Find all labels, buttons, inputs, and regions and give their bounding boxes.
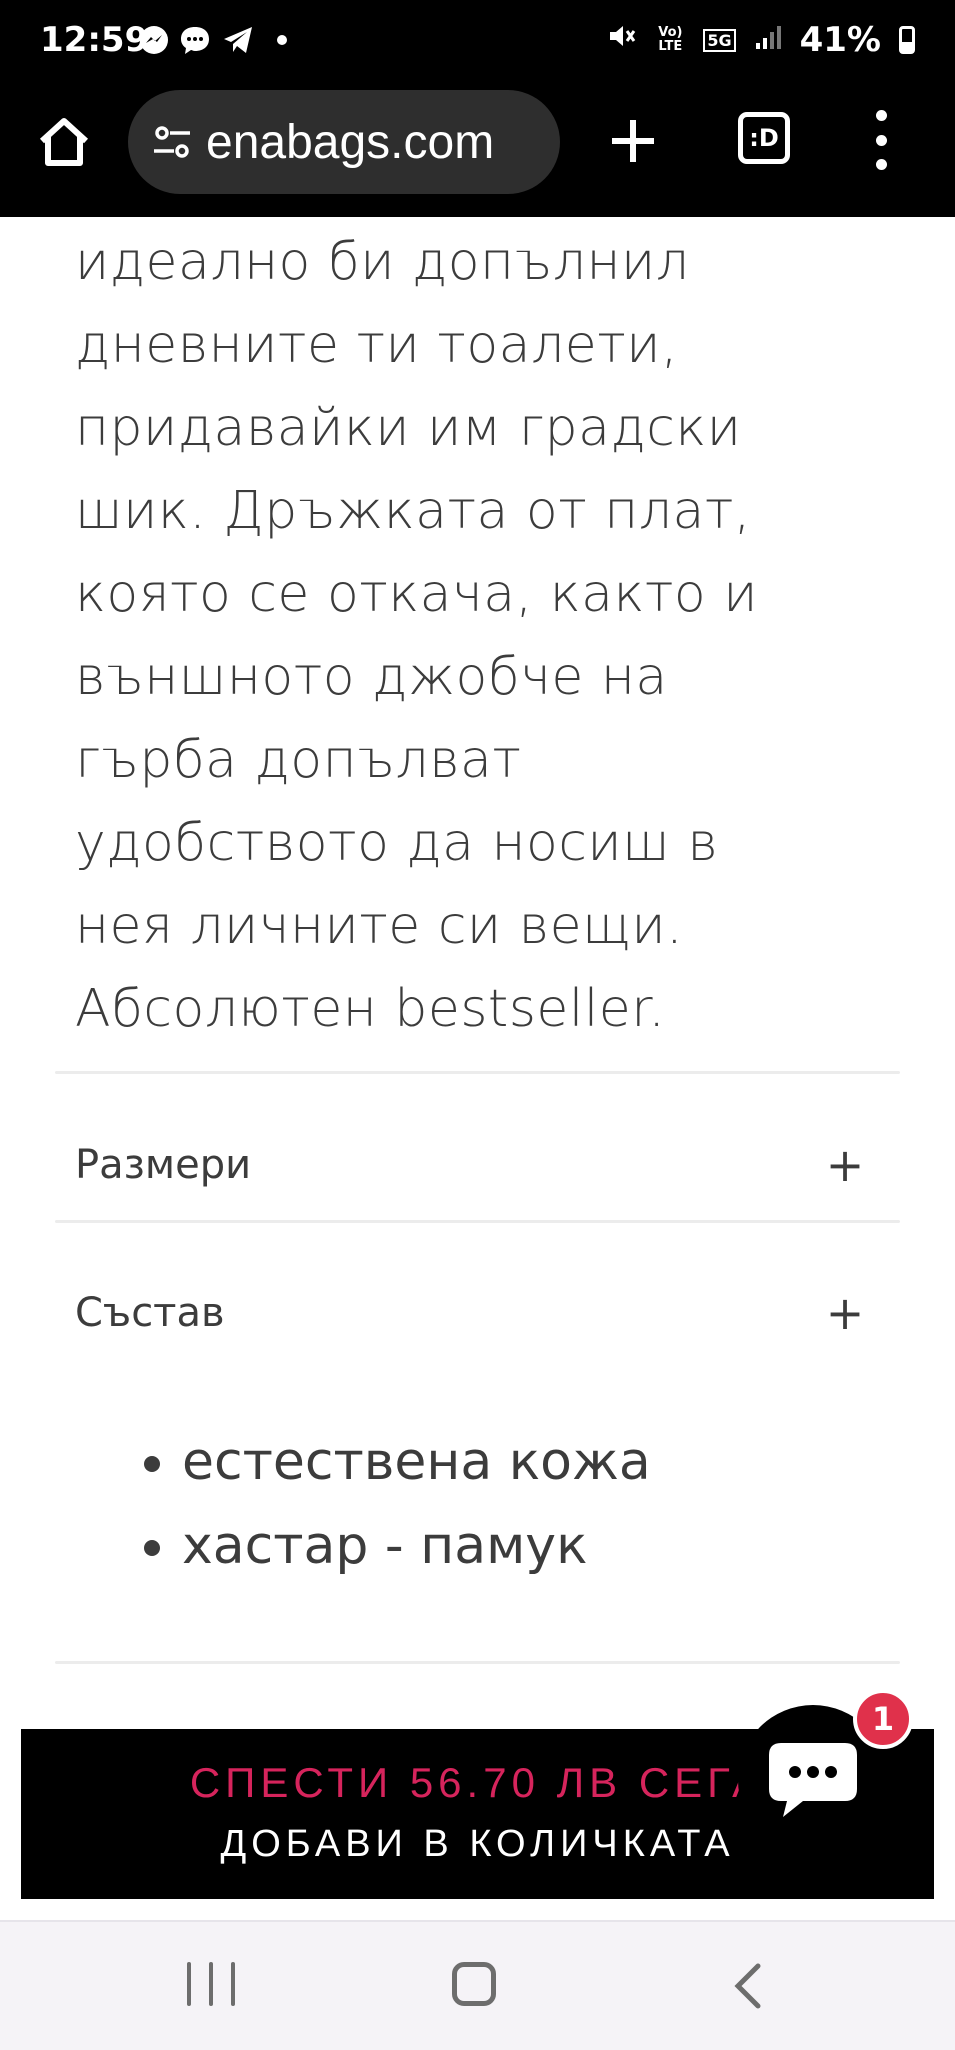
volte-label: Vo) LTE	[658, 25, 683, 54]
description-line: нея личните си вещи.	[75, 896, 684, 956]
description-line: която се откача, както и	[75, 564, 758, 624]
status-time: 12:59	[40, 20, 149, 60]
back-icon[interactable]	[728, 1962, 768, 2010]
messenger-icon	[138, 24, 170, 56]
divider	[55, 1220, 900, 1223]
divider	[55, 1071, 900, 1074]
site-settings-icon[interactable]	[150, 120, 194, 164]
mute-icon	[607, 20, 637, 60]
new-tab-icon	[612, 120, 654, 162]
dot-icon	[276, 24, 288, 56]
description-line: дневните ти тоалети,	[75, 315, 679, 375]
composition-list: естествена кожа хастар - памук	[140, 1420, 651, 1588]
description-line: шик. Дръжката от плат,	[75, 481, 751, 541]
description-line: външното джобче на	[75, 647, 668, 707]
expand-icon: +	[825, 1286, 865, 1340]
top-bar: 12:59 Vo) LTE 5G 41% enabags.com:D	[0, 0, 955, 217]
status-right: Vo) LTE 5G 41%	[607, 20, 915, 60]
chat-icon	[178, 24, 212, 56]
menu-button[interactable]	[866, 110, 896, 170]
recents-button[interactable]	[187, 1962, 235, 2008]
menu-dot	[875, 110, 887, 121]
menu-dot	[875, 159, 887, 170]
network-label: 5G	[703, 28, 736, 52]
home-button[interactable]	[28, 106, 100, 178]
product-description: идеално би допълнил дневните ти тоалети,…	[75, 221, 895, 1051]
signal-icon	[754, 20, 782, 60]
address-bar[interactable]: enabags.com	[128, 90, 560, 194]
new-tab-button[interactable]	[600, 108, 666, 174]
home-icon	[39, 118, 89, 166]
system-home-button[interactable]	[452, 1962, 496, 2006]
chat-bubble-icon	[769, 1743, 857, 1817]
list-item: хастар - памук	[182, 1504, 651, 1588]
tabs-button[interactable]: :D	[738, 112, 790, 164]
recents-icon	[209, 1962, 213, 2006]
description-line: гърба допълват	[75, 730, 522, 790]
accordion-composition-label: Състав	[75, 1290, 225, 1336]
description-line: Абсолютен bestseller.	[75, 979, 666, 1039]
divider	[55, 1661, 900, 1664]
recents-icon	[231, 1962, 235, 2006]
accordion-sizes-label: Размери	[75, 1142, 252, 1188]
accordion-sizes[interactable]: Размери +	[75, 1125, 865, 1205]
description-line: придавайки им градски	[75, 398, 742, 458]
battery-icon	[899, 26, 915, 54]
description-line: идеално би допълнил	[75, 232, 690, 292]
recents-icon	[187, 1962, 191, 2006]
telegram-icon	[222, 24, 254, 56]
accordion-composition[interactable]: Състав +	[75, 1273, 865, 1353]
system-navigation-bar	[0, 1920, 955, 2050]
menu-dot	[875, 134, 887, 146]
description-line: удобството да носиш в	[75, 813, 719, 873]
url-text: enabags.com	[206, 115, 495, 169]
expand-icon: +	[825, 1138, 865, 1192]
chat-badge: 1	[853, 1689, 913, 1749]
list-item: естествена кожа	[182, 1420, 651, 1504]
status-bar: 12:59 Vo) LTE 5G 41%	[0, 0, 955, 82]
browser-toolbar: enabags.com :D	[0, 88, 955, 196]
battery-percent: 41%	[799, 20, 881, 60]
